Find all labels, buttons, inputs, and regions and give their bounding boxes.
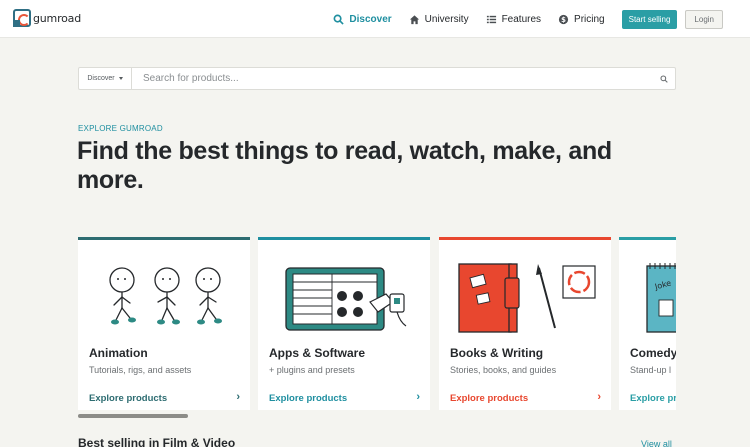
category-card-animation[interactable]: Animation Tutorials, rigs, and assets Ex… [78, 237, 250, 410]
gumroad-logo[interactable]: gumroad [13, 9, 81, 27]
chevron-right-icon[interactable]: › [236, 391, 240, 403]
books-writing-illustration [458, 263, 596, 333]
start-selling-button[interactable]: Start selling [621, 9, 678, 29]
category-title: Apps & Software [269, 346, 366, 360]
explore-products-link[interactable]: Explore products [89, 393, 167, 404]
apps-software-illustration [285, 267, 407, 331]
category-title: Comedy [630, 346, 676, 360]
login-button[interactable]: Login [685, 9, 723, 29]
chevron-down-icon [118, 77, 123, 80]
search-bar: Discover [78, 67, 676, 90]
page-title: Find the best things to read, watch, mak… [77, 137, 612, 194]
category-subtitle: Stories, books, and guides [450, 365, 557, 375]
svg-text:$: $ [561, 15, 566, 23]
category-subtitle: Stand-up l [630, 365, 672, 375]
brand-name: gumroad [33, 11, 82, 25]
house-icon [409, 14, 419, 24]
search-submit[interactable] [653, 68, 675, 89]
explore-products-link[interactable]: Explore products [630, 393, 676, 404]
view-all-link[interactable]: View all [641, 439, 672, 447]
category-subtitle: + plugins and presets [269, 365, 355, 375]
animation-illustration [109, 267, 222, 325]
nav-discover[interactable]: Discover [333, 13, 392, 25]
top-bar: gumroad Discover University Features $ P… [0, 0, 750, 38]
list-icon [486, 15, 496, 23]
gumroad-logo-icon [13, 9, 31, 27]
nav-university-label: University [424, 13, 469, 25]
category-card-apps-software[interactable]: Apps & Software + plugins and presets Ex… [258, 237, 430, 410]
search-category-label: Discover [87, 75, 115, 82]
search-category-select[interactable]: Discover [79, 68, 132, 89]
category-subtitle: Tutorials, rigs, and assets [89, 365, 192, 375]
dollar-icon: $ [558, 14, 569, 24]
search-icon [333, 14, 345, 25]
search-input[interactable] [132, 68, 653, 89]
category-card-books-writing[interactable]: Books & Writing Stories, books, and guid… [439, 237, 611, 410]
category-card-comedy[interactable]: Joke Comedy Stand-up l Explore products [619, 237, 676, 410]
nav-pricing-label: Pricing [574, 13, 605, 25]
search-icon [660, 74, 668, 83]
chevron-right-icon[interactable]: › [416, 391, 420, 403]
explore-products-link[interactable]: Explore products [450, 393, 528, 404]
nav-pricing[interactable]: $ Pricing [558, 14, 605, 25]
category-title: Books & Writing [450, 346, 544, 360]
explore-products-link[interactable]: Explore products [269, 393, 347, 404]
nav-discover-label: Discover [349, 13, 392, 25]
nav-university[interactable]: University [409, 14, 469, 25]
main-nav: Discover University Features $ Pricing S… [333, 0, 750, 38]
category-carousel[interactable]: Animation Tutorials, rigs, and assets Ex… [78, 237, 676, 410]
explore-eyebrow: EXPLORE GUMROAD [78, 124, 163, 133]
chevron-right-icon[interactable]: › [597, 391, 601, 403]
section-title: Best selling in Film & Video [78, 436, 236, 447]
category-title: Animation [89, 346, 148, 360]
comedy-illustration: Joke [646, 263, 676, 333]
nav-features[interactable]: Features [486, 14, 541, 25]
carousel-scrollbar[interactable] [78, 414, 188, 418]
nav-features-label: Features [501, 13, 542, 25]
